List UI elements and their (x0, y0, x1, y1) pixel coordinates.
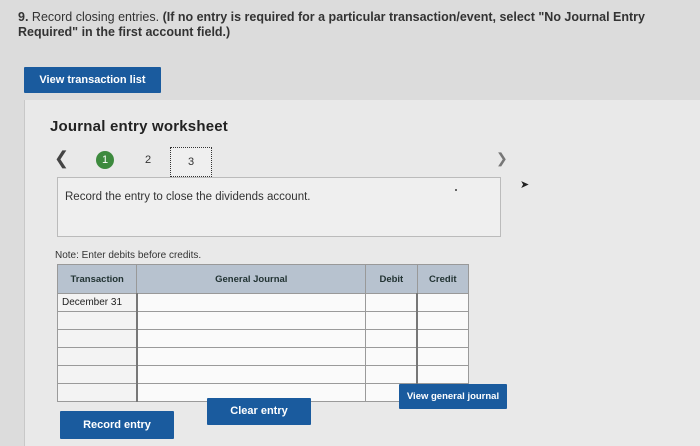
credit-input[interactable] (416, 365, 470, 384)
debit-input[interactable] (365, 365, 418, 384)
header-credit: Credit (416, 264, 470, 294)
view-general-journal-button[interactable]: View general journal (399, 384, 507, 409)
account-input[interactable] (135, 293, 367, 312)
step-1-button[interactable]: 1 (96, 151, 114, 169)
table-row (56, 311, 470, 330)
note-text: Note: Enter debits before credits. (55, 250, 202, 261)
transaction-cell (56, 311, 138, 330)
transaction-cell (56, 383, 138, 402)
account-input[interactable] (135, 311, 367, 330)
view-transaction-list-button[interactable]: View transaction list (24, 67, 161, 93)
question-number: 9. (18, 10, 29, 24)
clear-entry-button[interactable]: Clear entry (207, 398, 311, 425)
debit-input[interactable] (365, 347, 418, 366)
entry-prompt-text: Record the entry to close the dividends … (65, 191, 311, 203)
transaction-cell (56, 329, 138, 348)
record-entry-button[interactable]: Record entry (60, 411, 174, 439)
account-input[interactable] (135, 329, 367, 348)
step-3-button[interactable]: 3 (170, 147, 212, 177)
table-row (56, 347, 470, 366)
credit-input[interactable] (416, 293, 470, 312)
transaction-cell: December 31 (56, 293, 138, 312)
header-debit: Debit (365, 264, 418, 294)
mouse-cursor-icon: ➤ (520, 179, 530, 191)
journal-table: Transaction General Journal Debit Credit… (56, 264, 470, 402)
account-input[interactable] (135, 347, 367, 366)
worksheet-title: Journal entry worksheet (50, 118, 228, 135)
debit-input[interactable] (365, 311, 418, 330)
credit-input[interactable] (416, 347, 470, 366)
table-row (56, 365, 470, 384)
dot-marker (455, 189, 457, 191)
chevron-left-icon[interactable]: ❮ (54, 148, 69, 169)
header-general-journal: General Journal (136, 264, 367, 294)
debit-input[interactable] (365, 329, 418, 348)
step-2-button[interactable]: 2 (141, 151, 155, 169)
transaction-cell (56, 365, 138, 384)
debit-input[interactable] (365, 293, 418, 312)
question-title: Record closing entries. (31, 10, 160, 24)
table-row: December 31 (56, 293, 470, 312)
entry-prompt-box: Record the entry to close the dividends … (57, 177, 501, 237)
header-transaction: Transaction (56, 264, 138, 294)
credit-input[interactable] (416, 329, 470, 348)
credit-input[interactable] (416, 311, 470, 330)
table-row (56, 329, 470, 348)
chevron-right-icon[interactable]: ❯ (496, 150, 508, 167)
question-text: 9. Record closing entries. (If no entry … (18, 10, 688, 40)
account-input[interactable] (135, 365, 367, 384)
transaction-cell (56, 347, 138, 366)
